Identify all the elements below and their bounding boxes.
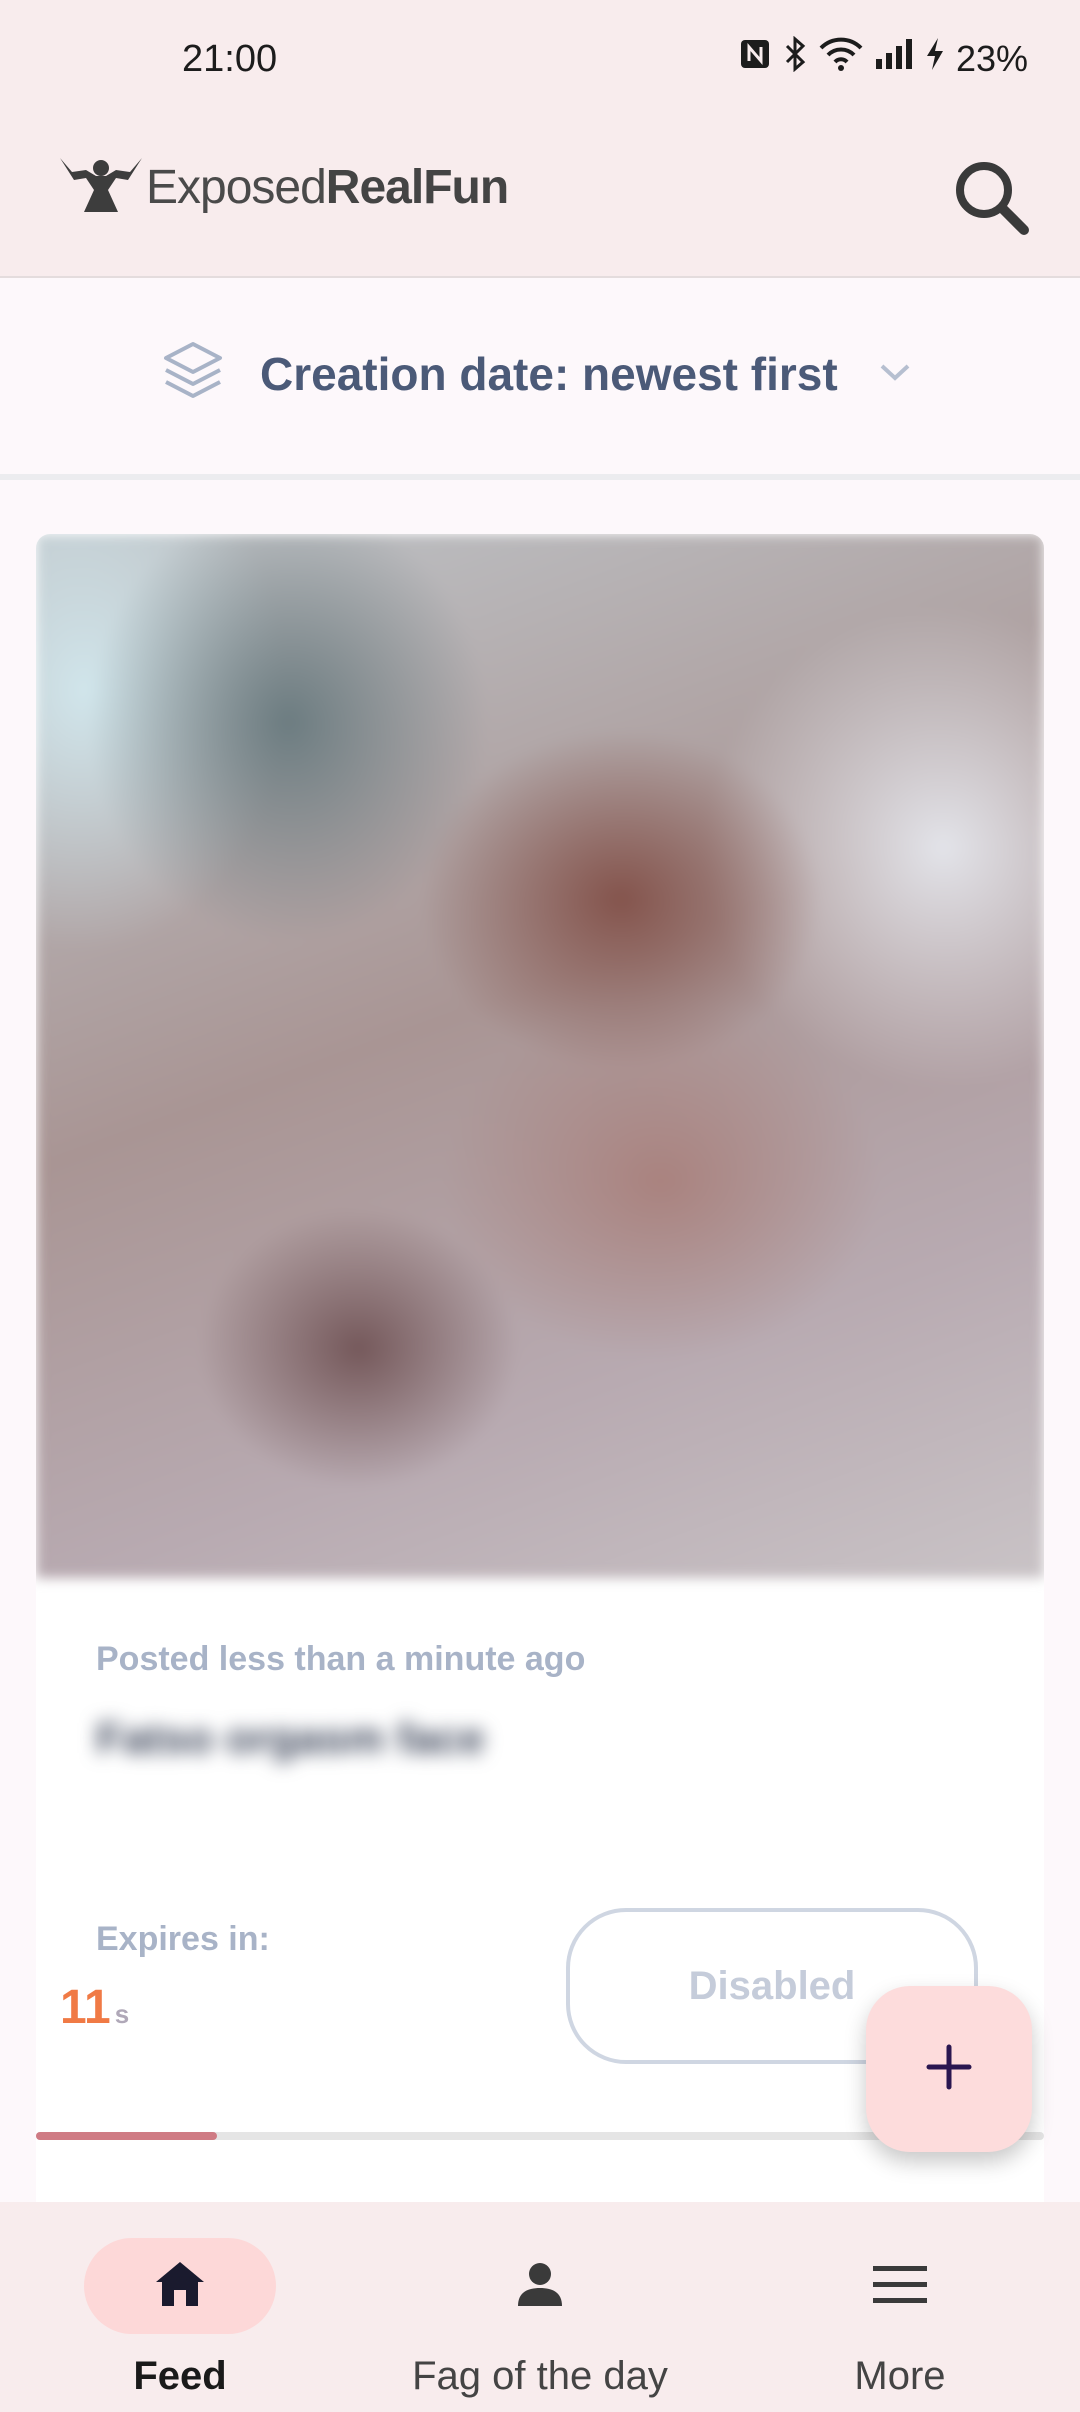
post-timestamp: Posted less than a minute ago bbox=[96, 1640, 586, 1678]
signal-icon bbox=[874, 37, 914, 80]
countdown-value: 11 bbox=[60, 1981, 111, 2034]
bottom-nav: Feed Fag of the day More bbox=[0, 2202, 1080, 2412]
nav-label-feed: Feed bbox=[133, 2354, 227, 2398]
nav-item-fag-of-the-day[interactable]: Fag of the day bbox=[390, 2238, 690, 2399]
search-button[interactable] bbox=[944, 150, 1040, 246]
nfc-icon bbox=[738, 37, 772, 80]
expiry-countdown: 11 s bbox=[60, 1980, 129, 2035]
app-bar: ExposedRealFun bbox=[0, 130, 1080, 278]
logo-text-regular: Exposed bbox=[146, 161, 327, 214]
post-image[interactable] bbox=[36, 534, 1044, 1578]
bluetooth-icon bbox=[782, 35, 808, 81]
layers-icon bbox=[160, 338, 226, 409]
status-icons: 23% bbox=[738, 35, 1028, 81]
person-icon bbox=[512, 2256, 568, 2317]
home-icon bbox=[152, 2258, 208, 2315]
menu-icon bbox=[871, 2262, 929, 2311]
sort-dropdown[interactable]: Creation date: newest first bbox=[160, 338, 912, 409]
chevron-down-icon bbox=[878, 360, 912, 387]
sort-label: Creation date: newest first bbox=[260, 347, 838, 400]
wifi-icon bbox=[818, 36, 864, 81]
nav-feed-indicator bbox=[84, 2238, 276, 2334]
add-post-button[interactable] bbox=[866, 1986, 1032, 2152]
nav-more-indicator bbox=[804, 2238, 996, 2334]
status-bar: 21:00 23% bbox=[0, 0, 1080, 130]
logo-text: ExposedRealFun bbox=[146, 160, 509, 215]
countdown-unit: s bbox=[114, 1999, 130, 2029]
battery-percent: 23% bbox=[955, 37, 1028, 79]
plus-icon bbox=[924, 2042, 974, 2097]
sort-selector[interactable]: Creation date: newest first bbox=[0, 278, 1080, 480]
nav-item-more[interactable]: More bbox=[750, 2238, 1050, 2399]
app-logo[interactable]: ExposedRealFun bbox=[56, 150, 509, 225]
post-title: Fatso orgasm face bbox=[96, 1714, 485, 1763]
post-card[interactable]: Posted less than a minute ago Fatso orga… bbox=[36, 534, 1044, 2204]
nav-label-more: More bbox=[854, 2354, 946, 2398]
charging-icon bbox=[924, 36, 946, 81]
nav-item-feed[interactable]: Feed bbox=[30, 2238, 330, 2399]
nav-fotd-indicator bbox=[444, 2238, 636, 2334]
status-time: 21:00 bbox=[182, 38, 278, 80]
expiry-progress-fill bbox=[36, 2132, 218, 2140]
logo-icon bbox=[56, 150, 146, 225]
nav-label-fag-of-the-day: Fag of the day bbox=[412, 2354, 668, 2398]
logo-text-bold: RealFun bbox=[325, 161, 509, 214]
search-icon bbox=[944, 162, 1040, 250]
expires-label: Expires in: bbox=[96, 1920, 270, 1958]
